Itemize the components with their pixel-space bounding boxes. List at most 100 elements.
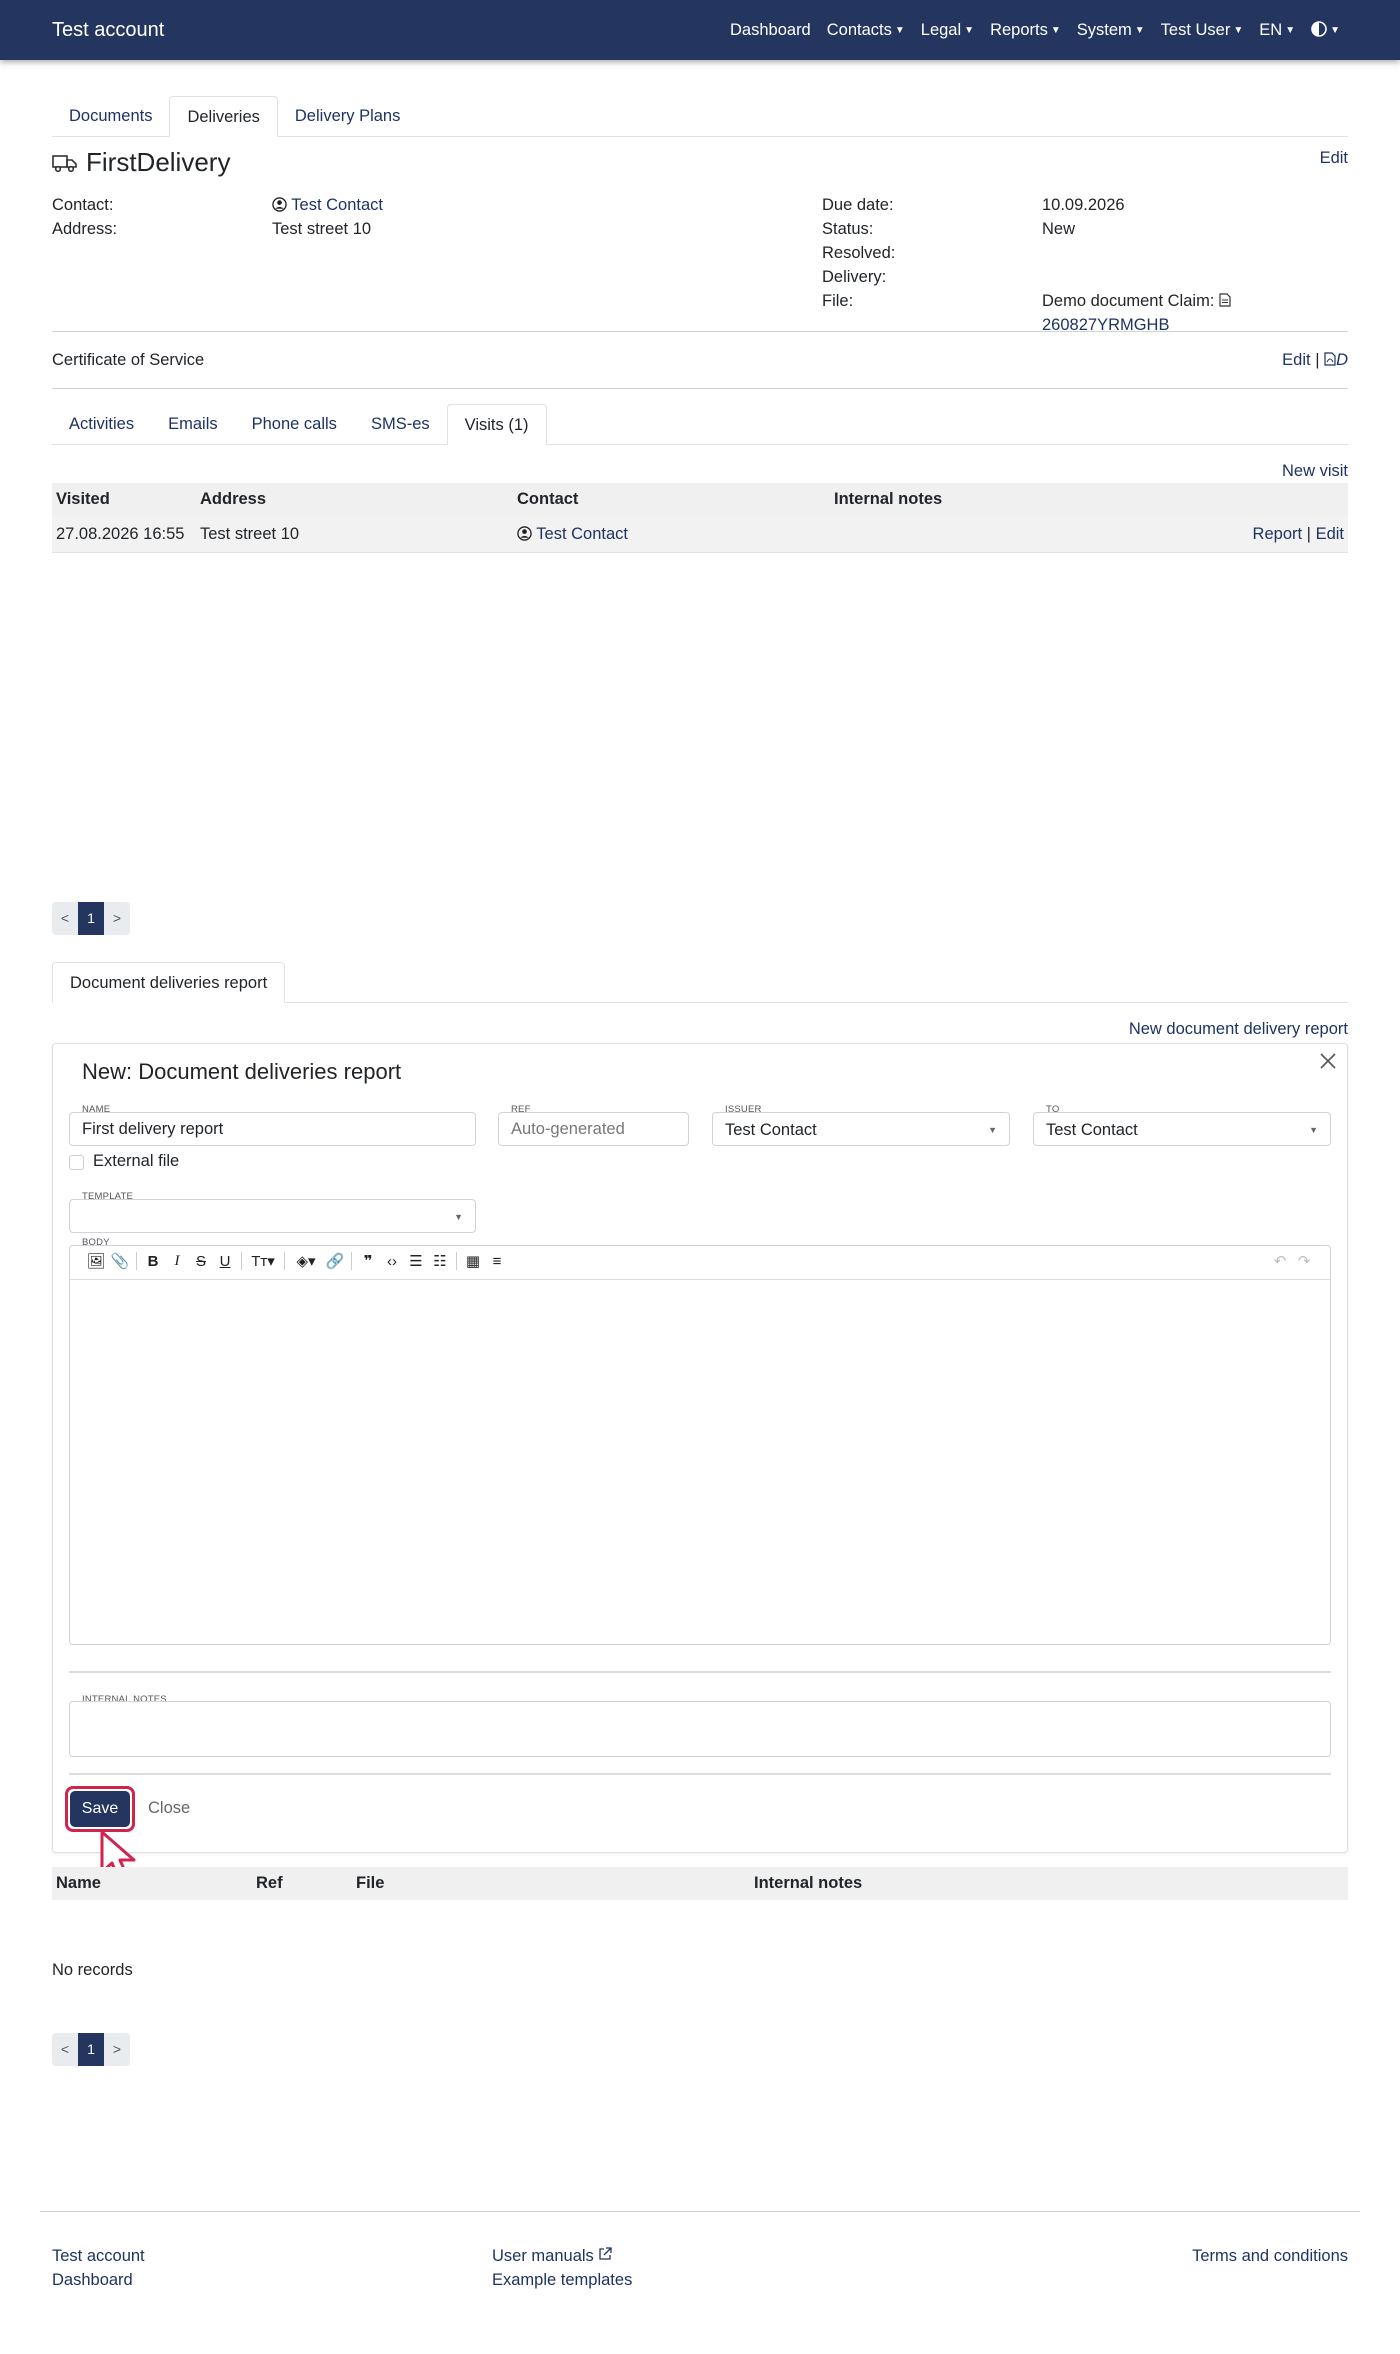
form-title: New: Document deliveries report <box>82 1059 402 1084</box>
next-page-button[interactable]: > <box>104 902 130 935</box>
new-visit-link[interactable]: New visit <box>1282 462 1348 481</box>
contact-cell[interactable]: Test Contact <box>517 525 628 544</box>
horizontal-rule-icon[interactable]: ≡ <box>485 1253 509 1270</box>
bold-icon[interactable]: B <box>141 1253 165 1270</box>
close-icon[interactable] <box>1319 1052 1337 1070</box>
footer-col-2: User manuals Example templates <box>492 2244 632 2292</box>
theme-toggle[interactable]: ▼ <box>1303 20 1348 40</box>
numbered-list-icon[interactable]: ☷ <box>428 1252 452 1270</box>
footer-col-1: Test account Dashboard <box>52 2244 145 2292</box>
issuer-value: Test Contact <box>725 1121 817 1139</box>
prev-page-button[interactable]: < <box>52 2033 78 2066</box>
certificate-row: Certificate of Service Edit | D <box>52 332 1348 388</box>
brand-link[interactable]: Test account <box>52 19 164 42</box>
caret-down-icon: ▼ <box>1330 24 1340 36</box>
fill-color-icon[interactable]: ◈▾ <box>289 1252 323 1270</box>
footer-col-3: Terms and conditions <box>1192 2244 1348 2268</box>
prev-page-button[interactable]: < <box>52 902 78 935</box>
tab-phone-calls[interactable]: Phone calls <box>235 404 354 444</box>
nav-contacts[interactable]: Contacts ▼ <box>819 21 913 40</box>
external-file-checkbox[interactable] <box>69 1155 84 1170</box>
nav-dashboard[interactable]: Dashboard <box>722 21 819 40</box>
address-value: Test street 10 <box>272 220 372 238</box>
body-editor[interactable]: 🖼 📎 B I S U Tт▾ ◈▾ 🔗 ❞ ‹› ☰ ☷ ▦ ≡ ↶ ↷ <box>69 1245 1331 1645</box>
template-select[interactable]: ▼ <box>69 1199 476 1233</box>
tab-activities[interactable]: Activities <box>52 404 151 444</box>
tab-documents[interactable]: Documents <box>52 96 169 136</box>
table-icon[interactable]: ▦ <box>461 1252 485 1270</box>
column-header: File <box>356 1874 385 1892</box>
redo-icon[interactable]: ↷ <box>1292 1252 1316 1270</box>
nav-reports[interactable]: Reports ▼ <box>982 21 1069 40</box>
tab-emails[interactable]: Emails <box>151 404 235 444</box>
footer-example-templates-link[interactable]: Example templates <box>492 2268 632 2292</box>
column-header: Name <box>56 1874 101 1892</box>
nav-user[interactable]: Test User ▼ <box>1153 21 1252 40</box>
underline-icon[interactable]: U <box>213 1253 237 1270</box>
strikethrough-icon[interactable]: S <box>189 1253 213 1270</box>
nav-language[interactable]: EN ▼ <box>1251 21 1303 40</box>
footer-test-account-link[interactable]: Test account <box>52 2244 145 2268</box>
contact-link[interactable]: Test Contact <box>536 525 628 543</box>
quote-icon[interactable]: ❞ <box>356 1252 380 1270</box>
tab-document-deliveries-report[interactable]: Document deliveries report <box>52 962 286 1003</box>
image-icon[interactable]: 🖼 <box>84 1252 108 1270</box>
address-cell: Test street 10 <box>200 524 300 543</box>
contact-link[interactable]: Test Contact <box>291 196 383 214</box>
code-icon[interactable]: ‹› <box>380 1253 404 1270</box>
save-button[interactable]: Save <box>70 1791 130 1827</box>
font-size-icon[interactable]: Tт▾ <box>246 1252 280 1270</box>
italic-icon[interactable]: I <box>165 1253 189 1270</box>
file-link[interactable]: 260827YRMGHB <box>1042 313 1169 337</box>
link-icon[interactable]: 🔗 <box>323 1252 347 1270</box>
issuer-select[interactable]: Test Contact ▼ <box>712 1112 1010 1146</box>
nav-system[interactable]: System ▼ <box>1069 21 1153 40</box>
contact-value[interactable]: Test Contact <box>272 193 383 217</box>
tab-deliveries[interactable]: Deliveries <box>169 96 278 137</box>
certificate-edit-link[interactable]: Edit <box>1282 351 1310 369</box>
tab-visits[interactable]: Visits (1) <box>446 404 547 445</box>
delivery-title: FirstDelivery <box>86 147 231 177</box>
file-value: Demo document Claim: <box>1042 289 1231 313</box>
footer-user-manuals-link[interactable]: User manuals <box>492 2244 632 2268</box>
pdf-file-icon <box>1324 351 1336 366</box>
bullet-list-icon[interactable]: ☰ <box>404 1252 428 1270</box>
internal-notes-textarea[interactable] <box>69 1701 1331 1757</box>
close-button[interactable]: Close <box>148 1799 190 1818</box>
toolbar-separator <box>351 1252 352 1270</box>
new-report-link[interactable]: New document delivery report <box>1129 1020 1348 1039</box>
tab-delivery-plans[interactable]: Delivery Plans <box>278 96 417 136</box>
attachment-icon[interactable]: 📎 <box>108 1252 132 1270</box>
edit-visit-link[interactable]: Edit <box>1316 525 1344 543</box>
page-button[interactable]: 1 <box>78 2033 104 2066</box>
page-button[interactable]: 1 <box>78 902 104 935</box>
name-input[interactable]: First delivery report <box>69 1112 476 1146</box>
caret-down-icon: ▼ <box>1050 24 1061 36</box>
report-link[interactable]: Report <box>1253 525 1303 543</box>
file-label: File: <box>822 292 854 310</box>
file-claim-label: Demo document Claim: <box>1042 292 1215 310</box>
truck-icon <box>52 154 77 172</box>
user-circle-icon <box>272 197 287 212</box>
external-link-icon <box>599 2247 613 2260</box>
ref-input[interactable]: Auto-generated <box>498 1112 689 1146</box>
visits-pagination: < 1 > <box>52 902 1348 935</box>
next-page-button[interactable]: > <box>104 2033 130 2066</box>
to-select[interactable]: Test Contact ▼ <box>1033 1112 1331 1146</box>
edit-delivery-link[interactable]: Edit <box>1320 149 1348 168</box>
undo-icon[interactable]: ↶ <box>1268 1252 1292 1270</box>
tab-sms[interactable]: SMS-es <box>354 404 447 444</box>
footer-terms-link[interactable]: Terms and conditions <box>1192 2247 1348 2265</box>
column-header: Address <box>200 490 267 508</box>
nav-legal[interactable]: Legal ▼ <box>913 21 982 40</box>
separator: | <box>1306 524 1311 543</box>
footer-dashboard-link[interactable]: Dashboard <box>52 2268 145 2292</box>
toolbar-separator <box>284 1252 285 1270</box>
certificate-pdf-link[interactable]: D <box>1324 351 1348 369</box>
status-value: New <box>1042 220 1076 238</box>
delivery-details: Contact: Test Contact Address: Test stre… <box>52 189 1348 334</box>
caret-down-icon: ▼ <box>1233 24 1244 36</box>
resolved-label: Resolved: <box>822 244 896 262</box>
status-label: Status: <box>822 220 874 238</box>
main-content: Documents Deliveries Delivery Plans Firs… <box>0 60 1400 2066</box>
